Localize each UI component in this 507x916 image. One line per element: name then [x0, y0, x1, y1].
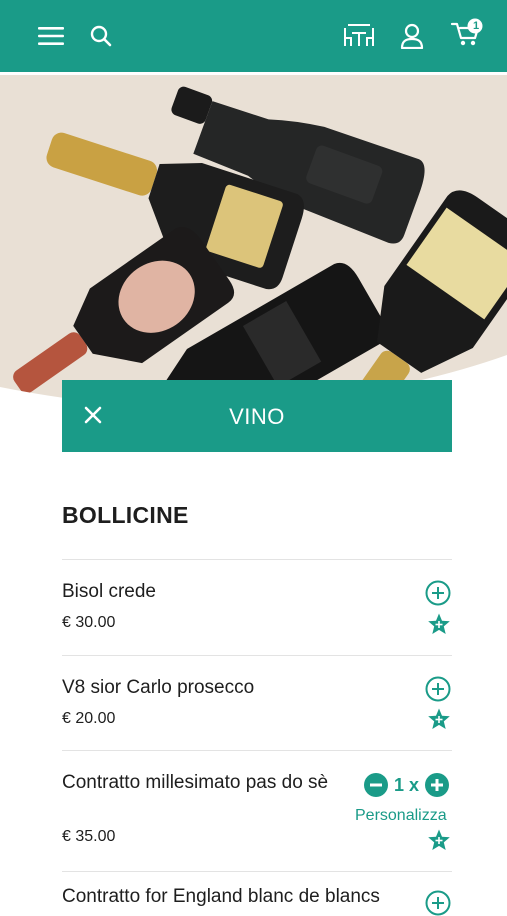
add-item-button[interactable] [425, 890, 451, 916]
divider [62, 750, 452, 751]
item-price: € 20.00 [62, 710, 116, 727]
item-name: Contratto millesimato pas do sè [62, 772, 329, 793]
decrease-quantity-button[interactable] [364, 773, 388, 797]
top-bar: 1 [0, 0, 507, 72]
user-icon[interactable] [399, 22, 425, 50]
hero-image [0, 75, 507, 420]
favorite-star-icon[interactable] [427, 707, 451, 731]
cart-icon[interactable]: 1 [450, 18, 484, 48]
item-price: € 35.00 [62, 828, 116, 845]
add-item-button[interactable] [425, 676, 451, 702]
item-name: Bisol crede [62, 581, 156, 602]
hamburger-menu-icon[interactable] [37, 22, 65, 50]
section-title: VINO [229, 404, 285, 429]
search-icon[interactable] [88, 22, 114, 50]
cart-count-badge: 1 [472, 20, 480, 32]
favorite-star-icon[interactable] [427, 612, 451, 636]
item-name: Contratto for England blanc de blancs [62, 886, 380, 907]
section-header: VINO [62, 380, 452, 452]
item-name: V8 sior Carlo prosecco [62, 677, 255, 698]
add-item-button[interactable] [425, 580, 451, 606]
category-title: BOLLICINE [62, 502, 189, 528]
divider [62, 655, 452, 656]
quantity-value: 1 x [394, 774, 420, 795]
favorite-star-icon[interactable] [427, 828, 451, 852]
restaurant-table-icon[interactable] [342, 22, 376, 50]
item-price: € 30.00 [62, 614, 116, 631]
increase-quantity-button[interactable] [425, 773, 450, 797]
divider [62, 559, 452, 560]
customize-link[interactable]: Personalizza [355, 807, 447, 825]
divider [62, 871, 452, 872]
quantity-stepper: 1 x [364, 772, 450, 798]
